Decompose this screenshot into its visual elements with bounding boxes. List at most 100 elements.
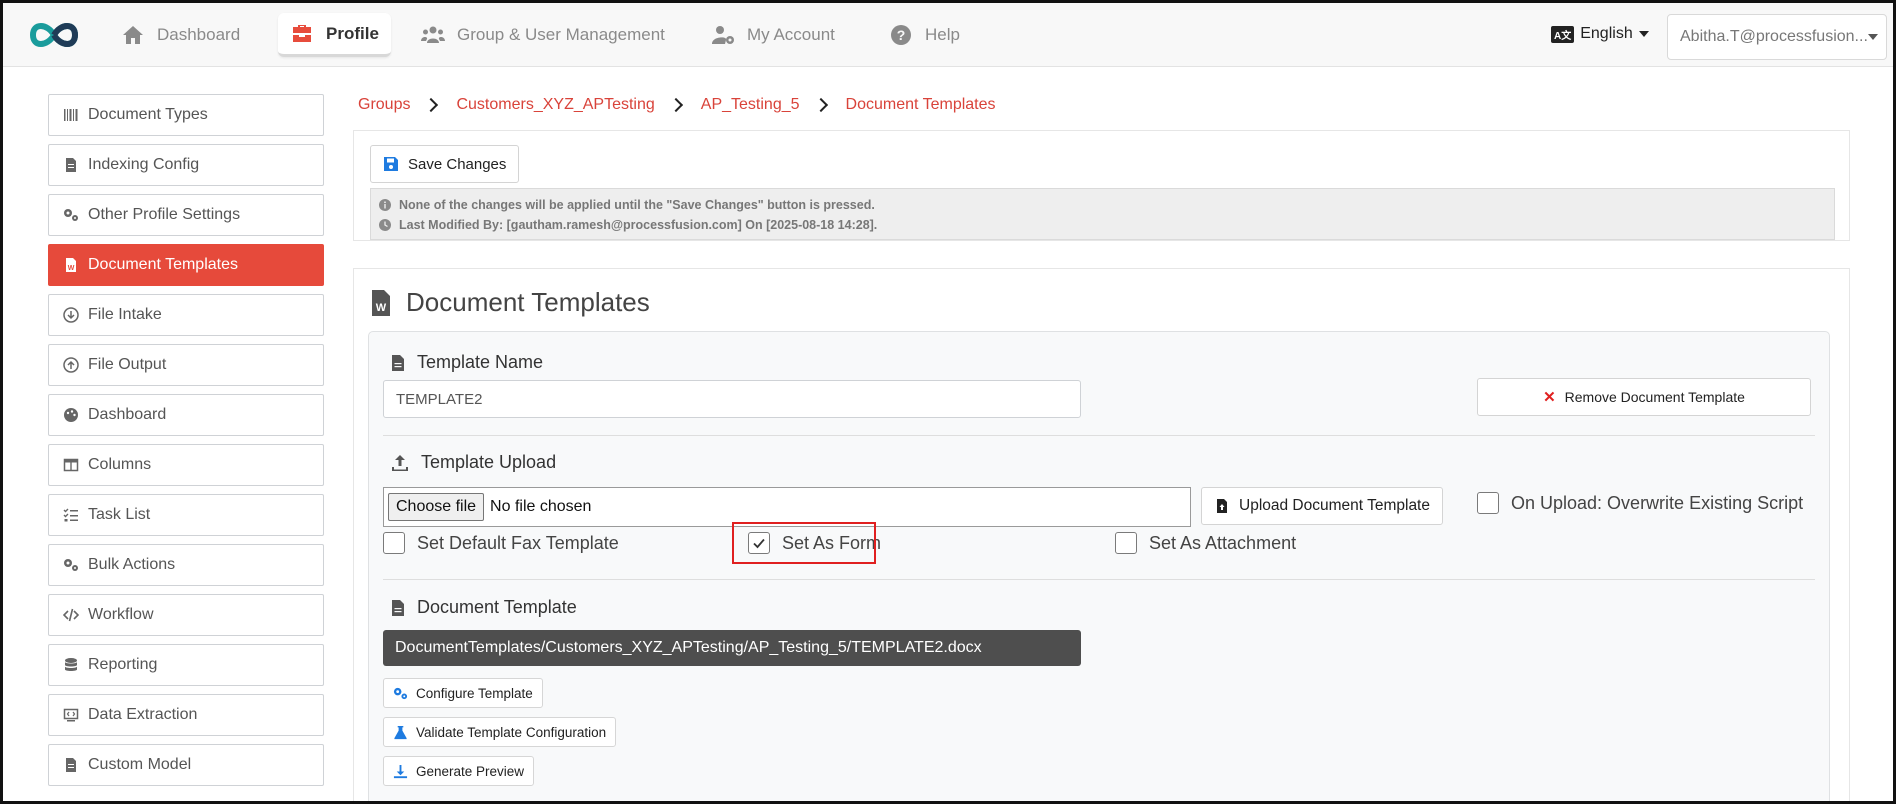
floppy-disk-icon: [384, 157, 398, 171]
nav-help[interactable]: ? Help: [877, 13, 972, 57]
sidebar-item-dashboard[interactable]: Dashboard: [48, 394, 324, 436]
template-name-label-text: Template Name: [417, 352, 544, 372]
profile-sidebar: Document Types Indexing Config Other Pro…: [48, 94, 324, 794]
file-icon: [66, 158, 76, 172]
nav-dashboard[interactable]: Dashboard: [109, 13, 252, 57]
toolbox-icon: [293, 24, 311, 42]
remove-document-template-button[interactable]: ✕ Remove Document Template: [1477, 378, 1811, 416]
sidebar-item-columns[interactable]: Columns: [48, 444, 324, 486]
nav-group-user-management[interactable]: Group & User Management: [409, 13, 677, 57]
sidebar-item-document-templates[interactable]: W Document Templates: [48, 244, 324, 286]
sidebar-item-label: Custom Model: [88, 756, 192, 773]
template-name-label: Template Name: [391, 352, 543, 373]
sidebar-item-data-extraction[interactable]: Data Extraction: [48, 694, 324, 736]
checkbox-unchecked[interactable]: [1115, 532, 1137, 554]
sidebar-item-workflow[interactable]: Workflow: [48, 594, 324, 636]
template-upload-label-text: Template Upload: [421, 452, 557, 472]
generate-preview-button[interactable]: Generate Preview: [383, 756, 535, 786]
database-icon: [65, 658, 77, 671]
sidebar-item-bulk-actions[interactable]: Bulk Actions: [48, 544, 324, 586]
svg-text:W: W: [68, 265, 75, 272]
nav-my-account[interactable]: My Account: [699, 13, 847, 57]
language-selector[interactable]: A文 English: [1551, 25, 1649, 43]
set-as-attachment-checkbox[interactable]: Set As Attachment: [1115, 532, 1296, 554]
file-upload-icon: [1217, 499, 1227, 513]
close-icon: ✕: [1543, 389, 1556, 406]
top-navbar: Dashboard Profile Group & User Managemen…: [3, 3, 1893, 67]
overwrite-existing-script-checkbox[interactable]: On Upload: Overwrite Existing Script: [1477, 492, 1803, 514]
breadcrumb-profile[interactable]: AP_Testing_5: [701, 96, 800, 114]
breadcrumb-groups[interactable]: Groups: [358, 96, 410, 114]
last-modified-text: Last Modified By: [gautham.ramesh@proces…: [399, 218, 878, 232]
sidebar-item-indexing-config[interactable]: Indexing Config: [48, 144, 324, 186]
circle-up-icon: [63, 357, 79, 373]
palette-icon: [64, 408, 78, 422]
sidebar-item-task-list[interactable]: Task List: [48, 494, 324, 536]
circle-down-icon: [63, 307, 79, 323]
app-logo[interactable]: [27, 15, 81, 55]
save-changes-panel: Save Changes None of the changes will be…: [353, 130, 1850, 241]
sidebar-item-document-types[interactable]: Document Types: [48, 94, 324, 136]
sidebar-item-custom-model[interactable]: Custom Model: [48, 744, 324, 786]
save-changes-button[interactable]: Save Changes: [370, 145, 520, 183]
configure-template-button[interactable]: Configure Template: [383, 678, 543, 708]
set-default-fax-template-checkbox[interactable]: Set Default Fax Template: [383, 532, 619, 554]
template-upload-label: Template Upload: [391, 452, 556, 473]
sidebar-item-label: Workflow: [88, 606, 154, 623]
validate-template-label: Validate Template Configuration: [416, 724, 607, 740]
divider: [383, 579, 1815, 580]
nav-dashboard-label: Dashboard: [157, 25, 241, 44]
checkbox-unchecked[interactable]: [383, 532, 405, 554]
page-title: Document Templates: [406, 287, 650, 317]
sidebar-item-label: Columns: [88, 456, 152, 473]
file-lines-icon: [66, 758, 76, 772]
set-as-attachment-label: Set As Attachment: [1149, 532, 1297, 553]
clock-icon: [379, 219, 391, 231]
sidebar-item-label: Other Profile Settings: [88, 206, 241, 223]
file-picker-input[interactable]: Choose file No file chosen: [383, 487, 1191, 527]
nav-profile[interactable]: Profile: [278, 13, 391, 57]
chevron-right-icon: [668, 97, 683, 113]
file-icon: [392, 354, 404, 371]
nav-group-user-management-label: Group & User Management: [457, 25, 665, 44]
download-icon: [393, 764, 408, 778]
sidebar-item-label: Data Extraction: [88, 706, 198, 723]
gears-icon: [64, 209, 78, 221]
nav-my-account-label: My Account: [747, 25, 835, 44]
sidebar-item-label: File Output: [88, 356, 167, 373]
translate-icon: A文: [1551, 25, 1575, 43]
info-circle-icon: [379, 199, 391, 211]
list-check-icon: [63, 508, 78, 522]
choose-file-button[interactable]: Choose file: [388, 493, 485, 521]
validate-template-configuration-button[interactable]: Validate Template Configuration: [383, 717, 617, 747]
home-icon: [123, 26, 143, 44]
sidebar-item-label: File Intake: [88, 306, 162, 323]
generate-preview-label: Generate Preview: [416, 763, 525, 779]
columns-icon: [63, 458, 79, 472]
caret-down-icon: [1867, 34, 1878, 40]
word-file-icon: W: [372, 289, 390, 316]
sidebar-item-label: Indexing Config: [88, 156, 200, 173]
barcode-icon: [64, 109, 78, 121]
set-default-fax-label: Set Default Fax Template: [417, 532, 619, 553]
gears-icon: [393, 687, 408, 699]
notice-text: None of the changes will be applied unti…: [399, 198, 875, 212]
sidebar-item-file-intake[interactable]: File Intake: [48, 294, 324, 336]
sidebar-item-reporting[interactable]: Reporting: [48, 644, 324, 686]
users-icon: [421, 26, 445, 43]
user-account-dropdown[interactable]: Abitha.T@processfusion...: [1667, 14, 1887, 60]
upload-document-template-button[interactable]: Upload Document Template: [1201, 487, 1443, 525]
breadcrumb-customer-group[interactable]: Customers_XYZ_APTesting: [456, 96, 654, 114]
sidebar-item-label: Document Templates: [88, 256, 238, 273]
template-name-input[interactable]: TEMPLATE2: [383, 380, 1081, 418]
divider: [383, 435, 1815, 436]
configure-template-label: Configure Template: [416, 685, 533, 701]
checkbox-unchecked[interactable]: [1477, 492, 1499, 514]
svg-text:?: ?: [897, 27, 906, 43]
word-file-icon: W: [66, 258, 76, 272]
chevron-right-icon: [424, 97, 439, 113]
sidebar-item-file-output[interactable]: File Output: [48, 344, 324, 386]
sidebar-item-other-profile-settings[interactable]: Other Profile Settings: [48, 194, 324, 236]
file-icon: [392, 599, 404, 616]
language-label: English: [1580, 25, 1633, 42]
